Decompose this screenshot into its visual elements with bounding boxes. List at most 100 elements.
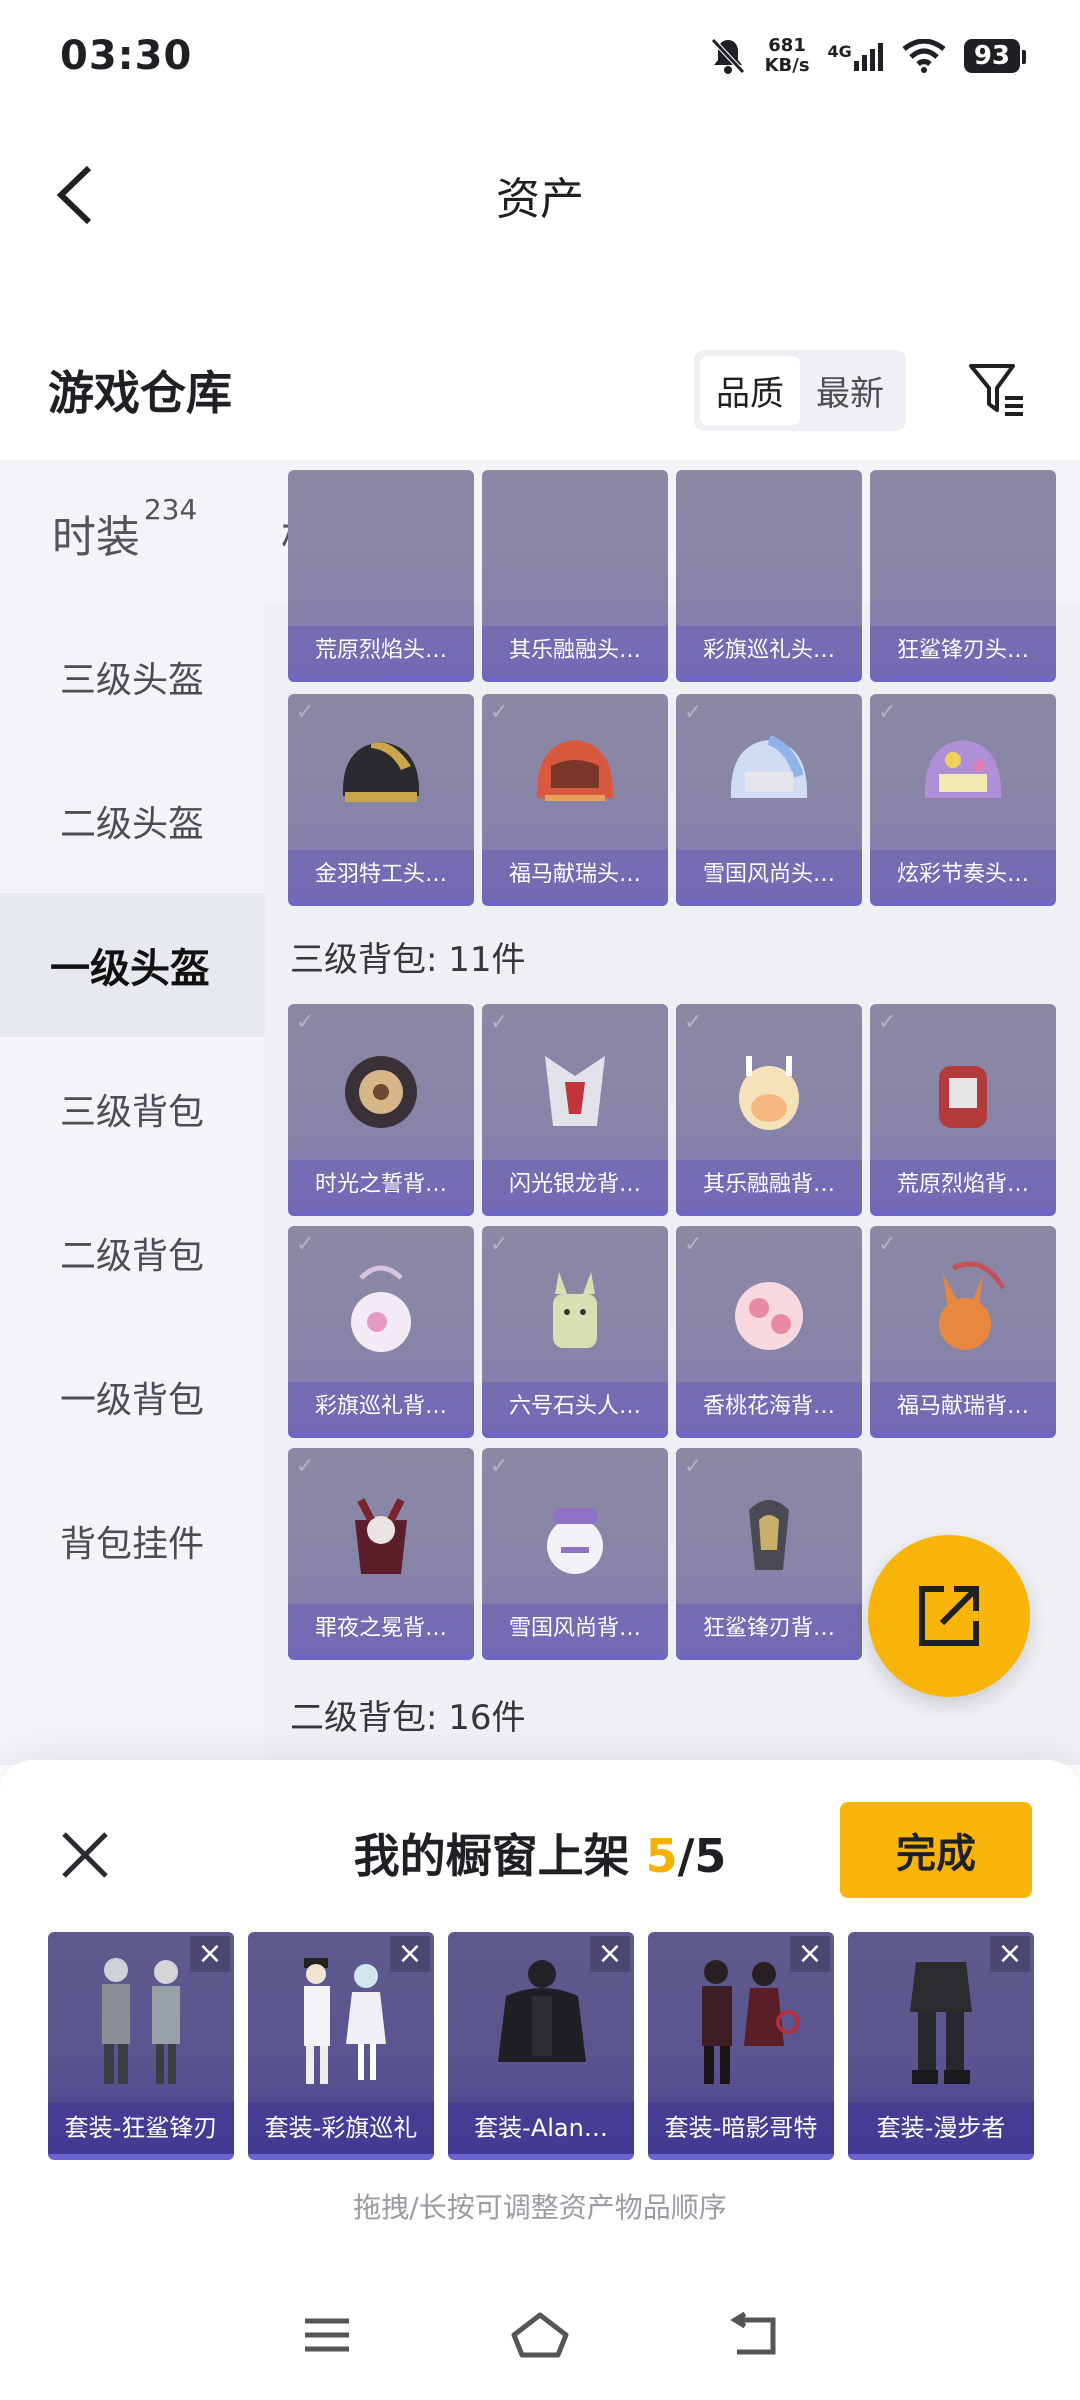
backpack-icon: [553, 1272, 597, 1348]
sidebar-item-backpack-3[interactable]: 三级背包: [0, 1037, 265, 1181]
item-card[interactable]: ✓ 炫彩节奏头…: [870, 694, 1056, 906]
sidebar-item-backpack-2[interactable]: 二级背包: [0, 1181, 265, 1325]
section-header-backpack-2: 二级背包: 16件: [290, 1698, 526, 1738]
showcase-items: × 套装-狂鲨锋刃 × 套装-彩旗巡礼 × 套装-Alan… × 套装-暗影哥特…: [48, 1932, 1034, 2160]
item-name: 狂鲨锋刃背…: [676, 1604, 862, 1654]
net-speed-unit: KB/s: [764, 55, 810, 76]
outfit-icon: [498, 1960, 586, 2062]
showcase-item-name: 套装-彩旗巡礼: [248, 2102, 434, 2154]
remove-icon[interactable]: ×: [190, 1936, 230, 1972]
backpack-icon: [939, 1261, 1006, 1350]
showcase-item[interactable]: × 套装-彩旗巡礼: [248, 1932, 434, 2160]
item-name: 金羽特工头…: [288, 850, 474, 900]
item-name: 彩旗巡礼背…: [288, 1382, 474, 1432]
page-title: 资产: [496, 174, 584, 225]
check-icon: ✓: [684, 700, 703, 725]
check-icon: ✓: [684, 1454, 703, 1479]
wifi-icon: [902, 39, 946, 73]
sheet-count-current: 5: [645, 1829, 678, 1883]
showcase-item[interactable]: × 套装-漫步者: [848, 1932, 1034, 2160]
backpack-icon: [547, 1508, 603, 1574]
tabs-overlay: [0, 460, 1080, 605]
showcase-item[interactable]: × 套装-Alan…: [448, 1932, 634, 2160]
showcase-item[interactable]: × 套装-暗影哥特: [648, 1932, 834, 2160]
filter-button[interactable]: [962, 355, 1032, 425]
item-name: 其乐融融头…: [482, 626, 668, 676]
sort-latest[interactable]: 最新: [800, 356, 900, 425]
remove-icon[interactable]: ×: [990, 1936, 1030, 1972]
helmet-icon: [730, 735, 808, 798]
item-name: 狂鲨锋刃头…: [870, 626, 1056, 676]
check-icon: ✓: [296, 1454, 315, 1479]
nav-home-button[interactable]: [505, 2305, 575, 2365]
item-name: 六号石头人…: [482, 1382, 668, 1432]
item-card[interactable]: ✓ 雪国风尚头…: [676, 694, 862, 906]
check-icon: ✓: [296, 1232, 315, 1257]
done-button[interactable]: 完成: [840, 1802, 1032, 1898]
sidebar-item-backpack-1[interactable]: 一级背包: [0, 1325, 265, 1469]
sidebar-item-backpack-charm[interactable]: 背包挂件: [0, 1469, 265, 1613]
item-card[interactable]: ✓ 狂鲨锋刃背…: [676, 1448, 862, 1660]
item-card[interactable]: ✓ 其乐融融背…: [676, 1004, 862, 1216]
sidebar-item-helmet-1[interactable]: 一级头盔: [0, 893, 265, 1037]
item-card[interactable]: ✓ 闪光银龙背…: [482, 1004, 668, 1216]
backpack-icon: [735, 1282, 803, 1350]
item-card[interactable]: ✓ 荒原烈焰背…: [870, 1004, 1056, 1216]
nav-back-button[interactable]: [718, 2305, 788, 2365]
item-card[interactable]: ✓ 时光之誓背…: [288, 1004, 474, 1216]
item-name: 其乐融融背…: [676, 1160, 862, 1210]
check-icon: ✓: [684, 1232, 703, 1257]
item-name: 时光之誓背…: [288, 1160, 474, 1210]
sidebar-item-helmet-2[interactable]: 二级头盔: [0, 749, 265, 893]
showcase-item[interactable]: × 套装-狂鲨锋刃: [48, 1932, 234, 2160]
reorder-hint: 拖拽/长按可调整资产物品顺序: [353, 2191, 727, 2224]
item-card[interactable]: ✓ 罪夜之冕背…: [288, 1448, 474, 1660]
backpack-icon: [749, 1500, 789, 1570]
item-name: 雪国风尚背…: [482, 1604, 668, 1654]
check-icon: ✓: [490, 1232, 509, 1257]
cell-signal-icon: 4G: [828, 41, 884, 71]
backpack-icon: [939, 1066, 987, 1128]
item-card[interactable]: ✓ 福马献瑞头…: [482, 694, 668, 906]
net-speed-value: 681: [768, 35, 806, 56]
backpack-icon: [355, 1498, 407, 1574]
nav-menu-button[interactable]: [292, 2305, 362, 2365]
back-nav-icon: [730, 2312, 776, 2355]
item-card[interactable]: ✓ 香桃花海背…: [676, 1226, 862, 1438]
item-card[interactable]: ✓ 金羽特工头…: [288, 694, 474, 906]
net-speed: 681 KB/s: [765, 36, 810, 76]
sort-quality[interactable]: 品质: [700, 355, 800, 425]
item-name: 彩旗巡礼头…: [676, 626, 862, 676]
item-card[interactable]: ✓ 福马献瑞背…: [870, 1226, 1056, 1438]
check-icon: ✓: [296, 700, 315, 725]
item-card[interactable]: ✓ 六号石头人…: [482, 1226, 668, 1438]
check-icon: ✓: [878, 1010, 897, 1035]
warehouse-title: 游戏仓库: [48, 366, 232, 420]
remove-icon[interactable]: ×: [390, 1936, 430, 1972]
status-time: 03:30: [60, 33, 193, 79]
backpack-icon: [351, 1265, 411, 1352]
showcase-item-name: 套装-狂鲨锋刃: [48, 2102, 234, 2154]
outfit-icon: [910, 1962, 972, 2084]
external-link-icon: [919, 1586, 979, 1646]
check-icon: ✓: [684, 1010, 703, 1035]
home-icon: [511, 2312, 569, 2358]
item-card[interactable]: ✓ 雪国风尚背…: [482, 1448, 668, 1660]
status-bar: 03:30 681 KB/s 4G 93: [0, 0, 1080, 112]
backpack-icon: [739, 1056, 799, 1130]
menu-icon: [304, 2318, 349, 2352]
battery-indicator: 93: [963, 39, 1027, 73]
item-name: 香桃花海背…: [676, 1382, 862, 1432]
check-icon: ✓: [490, 700, 509, 725]
remove-icon[interactable]: ×: [790, 1936, 830, 1972]
item-name: 闪光银龙背…: [482, 1160, 668, 1210]
check-icon: ✓: [878, 1232, 897, 1257]
back-button[interactable]: [40, 160, 110, 230]
backpack-icon: [545, 1056, 605, 1126]
share-fab-button[interactable]: [868, 1535, 1030, 1697]
sidebar-item-helmet-3[interactable]: 三级头盔: [0, 605, 265, 749]
remove-icon[interactable]: ×: [590, 1936, 630, 1972]
item-card[interactable]: ✓ 彩旗巡礼背…: [288, 1226, 474, 1438]
mute-bell-icon: [710, 38, 745, 74]
helmet-icon: [342, 742, 420, 802]
